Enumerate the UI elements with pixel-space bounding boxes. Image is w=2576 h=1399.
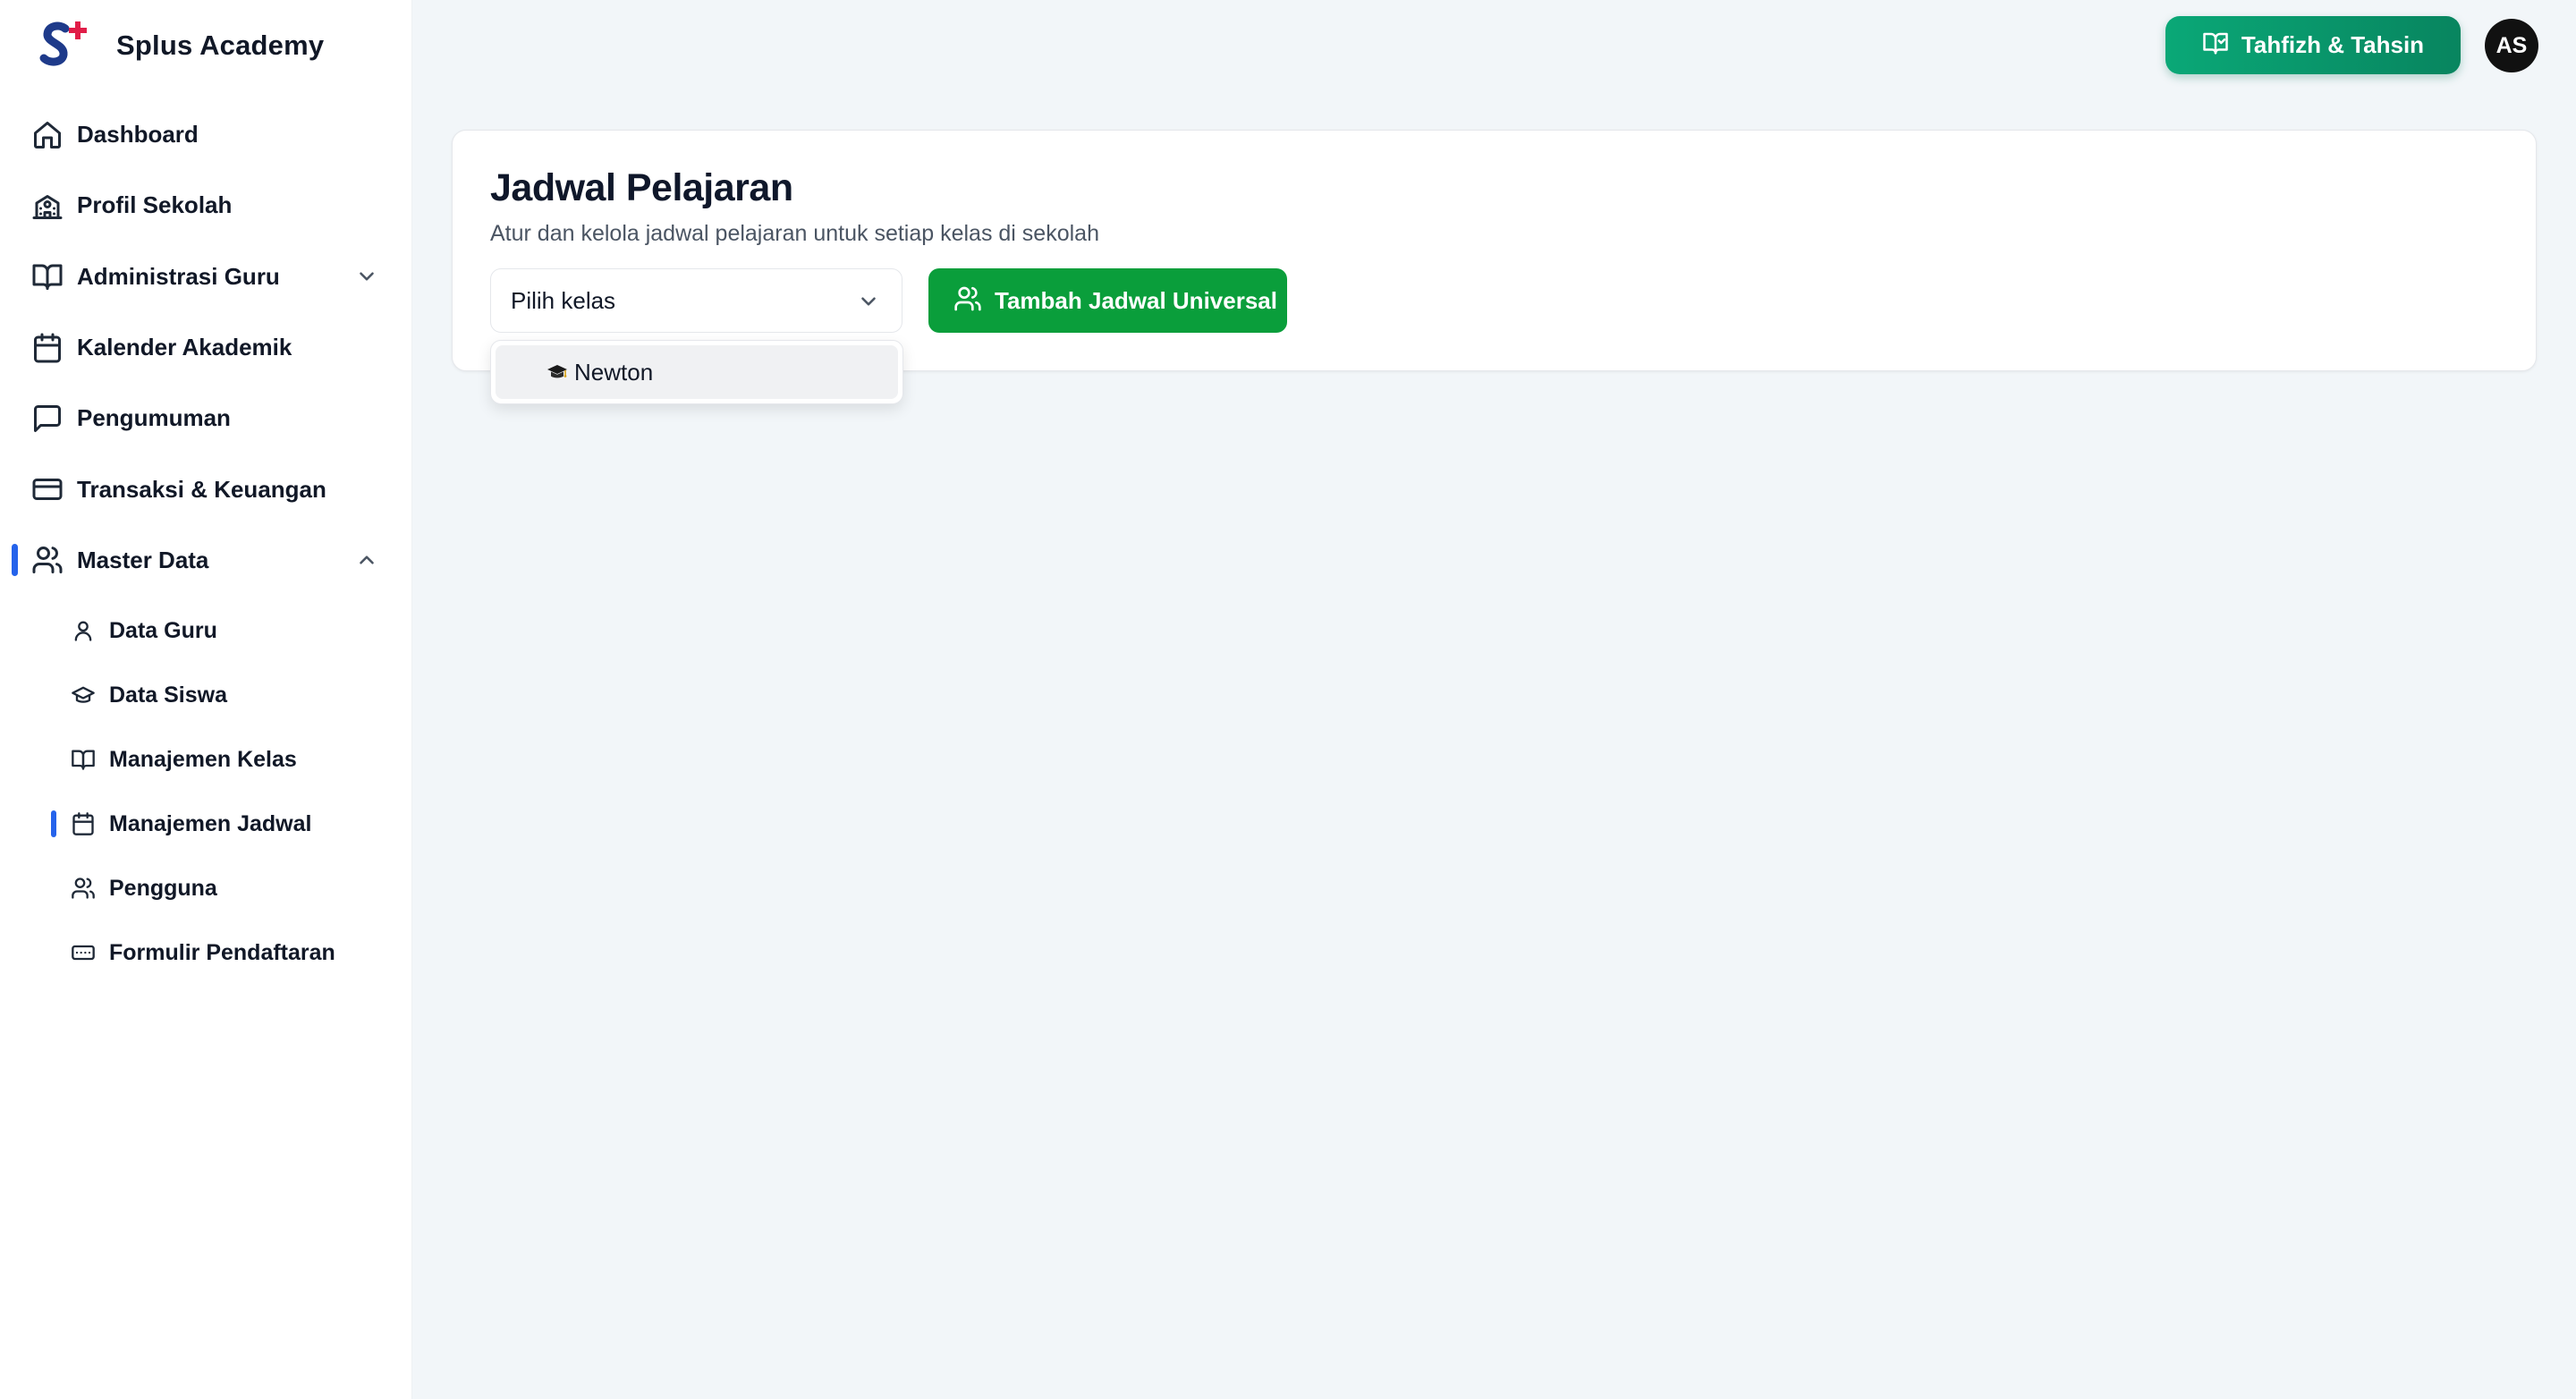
sidebar-item-label: Master Data bbox=[77, 546, 209, 573]
sidebar-subitem-label: Manajemen Kelas bbox=[109, 746, 297, 772]
sidebar-item-label: Administrasi Guru bbox=[77, 262, 280, 290]
sidebar-subitem-data-siswa[interactable]: Data Siswa bbox=[0, 663, 412, 727]
sidebar-item-pengumuman[interactable]: Pengumuman bbox=[0, 383, 412, 454]
book-open-icon bbox=[30, 259, 64, 293]
active-indicator bbox=[12, 544, 18, 577]
sidebar-subitem-label: Formulir Pendaftaran bbox=[109, 939, 335, 965]
page-subtitle: Atur dan kelola jadwal pelajaran untuk s… bbox=[490, 221, 1099, 246]
sidebar-nav: Dashboard Profil Sekolah Administrasi Gu… bbox=[0, 99, 412, 596]
sidebar-item-label: Dashboard bbox=[77, 121, 199, 148]
chevron-down-icon[interactable] bbox=[355, 265, 378, 288]
sidebar-subitem-manajemen-jadwal[interactable]: Manajemen Jadwal bbox=[0, 792, 412, 856]
splus-logo-icon bbox=[36, 16, 89, 75]
class-option-newton[interactable]: Newton bbox=[496, 345, 898, 399]
class-option-label: Newton bbox=[574, 358, 654, 386]
sidebar-item-dashboard[interactable]: Dashboard bbox=[0, 99, 412, 170]
calendar-icon bbox=[70, 810, 97, 837]
sidebar-subitem-manajemen-kelas[interactable]: Manajemen Kelas bbox=[0, 727, 412, 792]
sidebar-item-transaksi-keuangan[interactable]: Transaksi & Keuangan bbox=[0, 454, 412, 524]
form-input-icon bbox=[70, 939, 97, 966]
chevron-up-icon[interactable] bbox=[355, 548, 378, 572]
sidebar-subitem-data-guru[interactable]: Data Guru bbox=[0, 598, 412, 663]
calendar-icon bbox=[30, 331, 64, 365]
sidebar: Splus Academy Dashboard Profil Sekolah A… bbox=[0, 0, 412, 1399]
sidebar-item-profil-sekolah[interactable]: Profil Sekolah bbox=[0, 170, 412, 241]
chevron-down-icon bbox=[857, 290, 880, 313]
user-icon bbox=[70, 617, 97, 644]
sidebar-item-label: Profil Sekolah bbox=[77, 191, 233, 219]
credit-card-icon bbox=[30, 472, 64, 506]
school-icon bbox=[30, 189, 64, 223]
sidebar-item-kalender-akademik[interactable]: Kalender Akademik bbox=[0, 312, 412, 383]
avatar[interactable]: AS bbox=[2485, 19, 2538, 72]
sidebar-subitem-pengguna[interactable]: Pengguna bbox=[0, 856, 412, 920]
active-indicator bbox=[51, 810, 56, 837]
sidebar-item-label: Pengumuman bbox=[77, 404, 231, 432]
sidebar-subitem-label: Data Siswa bbox=[109, 682, 228, 708]
book-open-check-icon bbox=[2202, 30, 2229, 61]
add-universal-schedule-label: Tambah Jadwal Universal bbox=[995, 286, 1277, 314]
master-data-subnav: Data Guru Data Siswa Manajemen Kelas Man… bbox=[0, 598, 412, 985]
tahfizh-tahsin-label: Tahfizh & Tahsin bbox=[2241, 31, 2425, 58]
add-universal-schedule-button[interactable]: Tambah Jadwal Universal bbox=[928, 268, 1287, 333]
sidebar-item-master-data[interactable]: Master Data bbox=[0, 525, 412, 596]
home-icon bbox=[30, 118, 64, 152]
page-title: Jadwal Pelajaran bbox=[490, 166, 793, 209]
sidebar-subitem-label: Data Guru bbox=[109, 617, 217, 643]
class-select-dropdown: Newton bbox=[490, 340, 903, 404]
brand-name: Splus Academy bbox=[116, 30, 325, 61]
sidebar-subitem-formulir-pendaftaran[interactable]: Formulir Pendaftaran bbox=[0, 920, 412, 985]
brand[interactable]: Splus Academy bbox=[36, 16, 324, 75]
message-square-icon bbox=[30, 402, 64, 436]
sidebar-item-label: Kalender Akademik bbox=[77, 334, 292, 361]
tahfizh-tahsin-button[interactable]: Tahfizh & Tahsin bbox=[2165, 16, 2461, 74]
users-icon bbox=[30, 543, 64, 577]
class-select[interactable]: Pilih kelas bbox=[490, 268, 902, 333]
class-select-placeholder: Pilih kelas bbox=[511, 286, 616, 314]
graduation-cap-icon bbox=[70, 682, 97, 708]
sidebar-subitem-label: Manajemen Jadwal bbox=[109, 810, 312, 836]
users-icon bbox=[953, 284, 982, 318]
sidebar-item-label: Transaksi & Keuangan bbox=[77, 475, 326, 503]
book-open-icon bbox=[70, 746, 97, 773]
graduation-cap-icon bbox=[546, 360, 569, 384]
sidebar-item-administrasi-guru[interactable]: Administrasi Guru bbox=[0, 242, 412, 312]
sidebar-subitem-label: Pengguna bbox=[109, 875, 217, 901]
users-icon bbox=[70, 875, 97, 902]
